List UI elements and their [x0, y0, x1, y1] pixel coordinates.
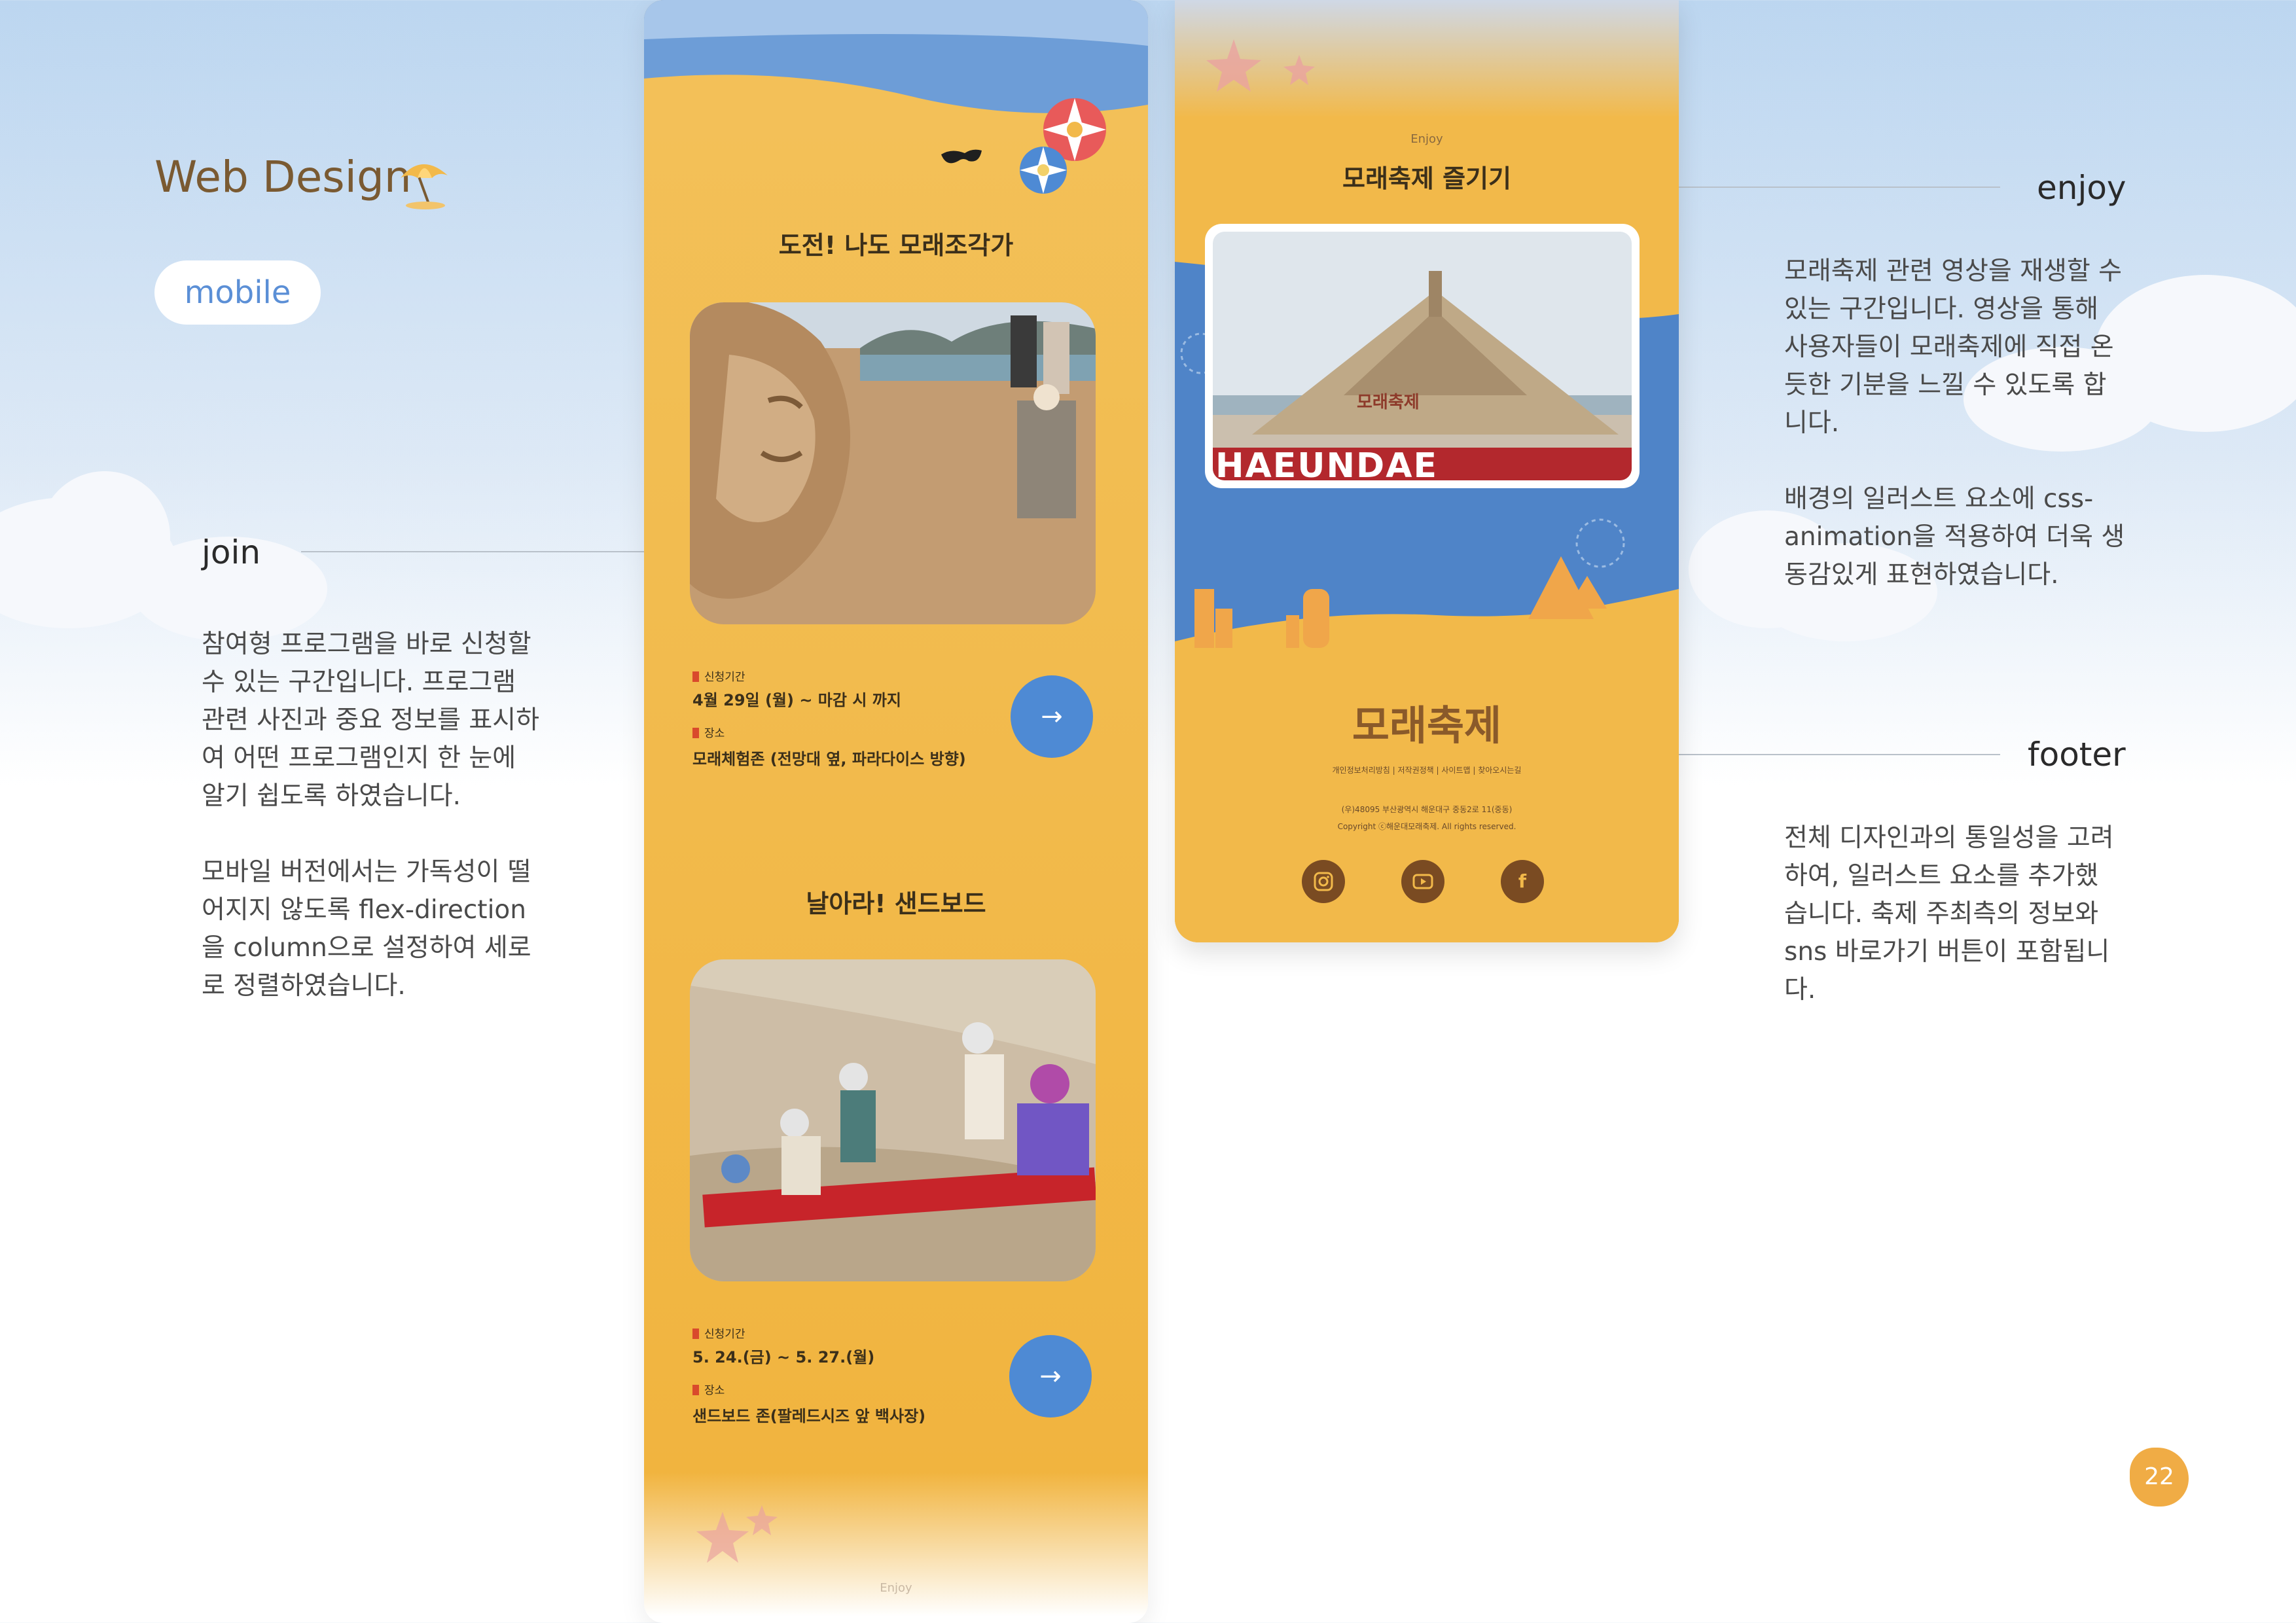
- flag-icon: [692, 1385, 699, 1395]
- period-value: 4월 29일 (월) ~ 마감 시 까지: [692, 691, 901, 709]
- program-title: 날아라! 샌드보드: [806, 889, 986, 918]
- facebook-icon[interactable]: f: [1501, 860, 1544, 903]
- video-player[interactable]: 모래축제 HAEUNDAE: [1205, 224, 1640, 488]
- period-label: 신청기간: [692, 668, 745, 684]
- join-connector-line: [301, 551, 662, 552]
- flag-icon: [692, 728, 699, 738]
- join-label: join: [202, 533, 261, 571]
- festival-logo: 모래축제: [1352, 702, 1502, 749]
- footer-address: (우)48095 부산광역시 해운대구 중동2로 11(중동): [1341, 805, 1513, 814]
- flag-icon: [692, 1329, 699, 1339]
- footer-description: 전체 디자인과의 통일성을 고려 하여, 일러스트 요소를 추가했 습니다. 축제 …: [1784, 823, 2114, 1005]
- apply-arrow-button[interactable]: →: [1011, 675, 1093, 758]
- apply-arrow-button[interactable]: →: [1009, 1335, 1092, 1418]
- beach-decoration-icons: [941, 98, 1106, 194]
- enjoy-label: enjoy: [2037, 169, 2126, 207]
- flag-icon: [692, 671, 699, 682]
- period-label: 신청기간: [692, 1325, 745, 1341]
- place-label: 장소: [692, 724, 725, 740]
- join-description: 참여형 프로그램을 바로 신청할 수 있는 구간입니다. 프로그램 관련 사진과 중…: [202, 630, 540, 1001]
- footer-connector-line: [1647, 754, 2000, 755]
- footer-label: footer: [2028, 736, 2126, 774]
- page-number-badge: 22: [2130, 1448, 2189, 1507]
- period-value: 5. 24.(금) ~ 5. 27.(월): [692, 1348, 875, 1366]
- mobile-screen-join: 도전! 나도 모래조각가 신청기간 4월 29일 (월) ~ 마감 시 까지 장…: [644, 0, 1148, 1623]
- beach-umbrella-icon: [395, 152, 453, 209]
- footer-links[interactable]: 개인정보처리방침 | 저작권정책 | 사이트맵 | 찾아오시는길: [1175, 764, 1679, 776]
- enjoy-title: 모래축제 즐기기: [1342, 164, 1511, 193]
- mobile-badge: mobile: [154, 260, 321, 325]
- instagram-icon[interactable]: [1302, 860, 1345, 903]
- sandboard-photo: [690, 959, 1096, 1281]
- place-label: 장소: [692, 1381, 725, 1397]
- mobile-screen-enjoy-footer: Enjoy 모래축제 즐기기 모래축제 HAEUNDAE 모래축제 개인정보처리…: [1175, 0, 1679, 942]
- sand-sculpture-photo: [690, 302, 1096, 624]
- star-decoration-icon: [696, 1505, 778, 1563]
- sculpture-text: 모래축제: [1357, 393, 1420, 412]
- page-title: Web Design: [154, 152, 412, 202]
- youtube-icon[interactable]: [1401, 860, 1444, 903]
- place-value: 모래체험존 (전망대 옆, 파라다이스 방향): [692, 750, 966, 768]
- video-sign-text: HAEUNDAE: [1215, 446, 1438, 480]
- enjoy-description: 모래축제 관련 영상을 재생할 수 있는 구간입니다. 영상을 통해 사용자들이 모…: [1784, 257, 2125, 590]
- enjoy-caption: Enjoy: [1410, 132, 1443, 146]
- enjoy-connector-line: [1647, 187, 2000, 188]
- footer-copyright: Copyright ⓒ해운대모래축제. All rights reserved.: [1337, 822, 1516, 831]
- program-title: 도전! 나도 모래조각가: [778, 231, 1014, 260]
- enjoy-caption: Enjoy: [880, 1581, 912, 1595]
- place-value: 샌드보드 존(팔레드시즈 앞 백사장): [692, 1407, 926, 1425]
